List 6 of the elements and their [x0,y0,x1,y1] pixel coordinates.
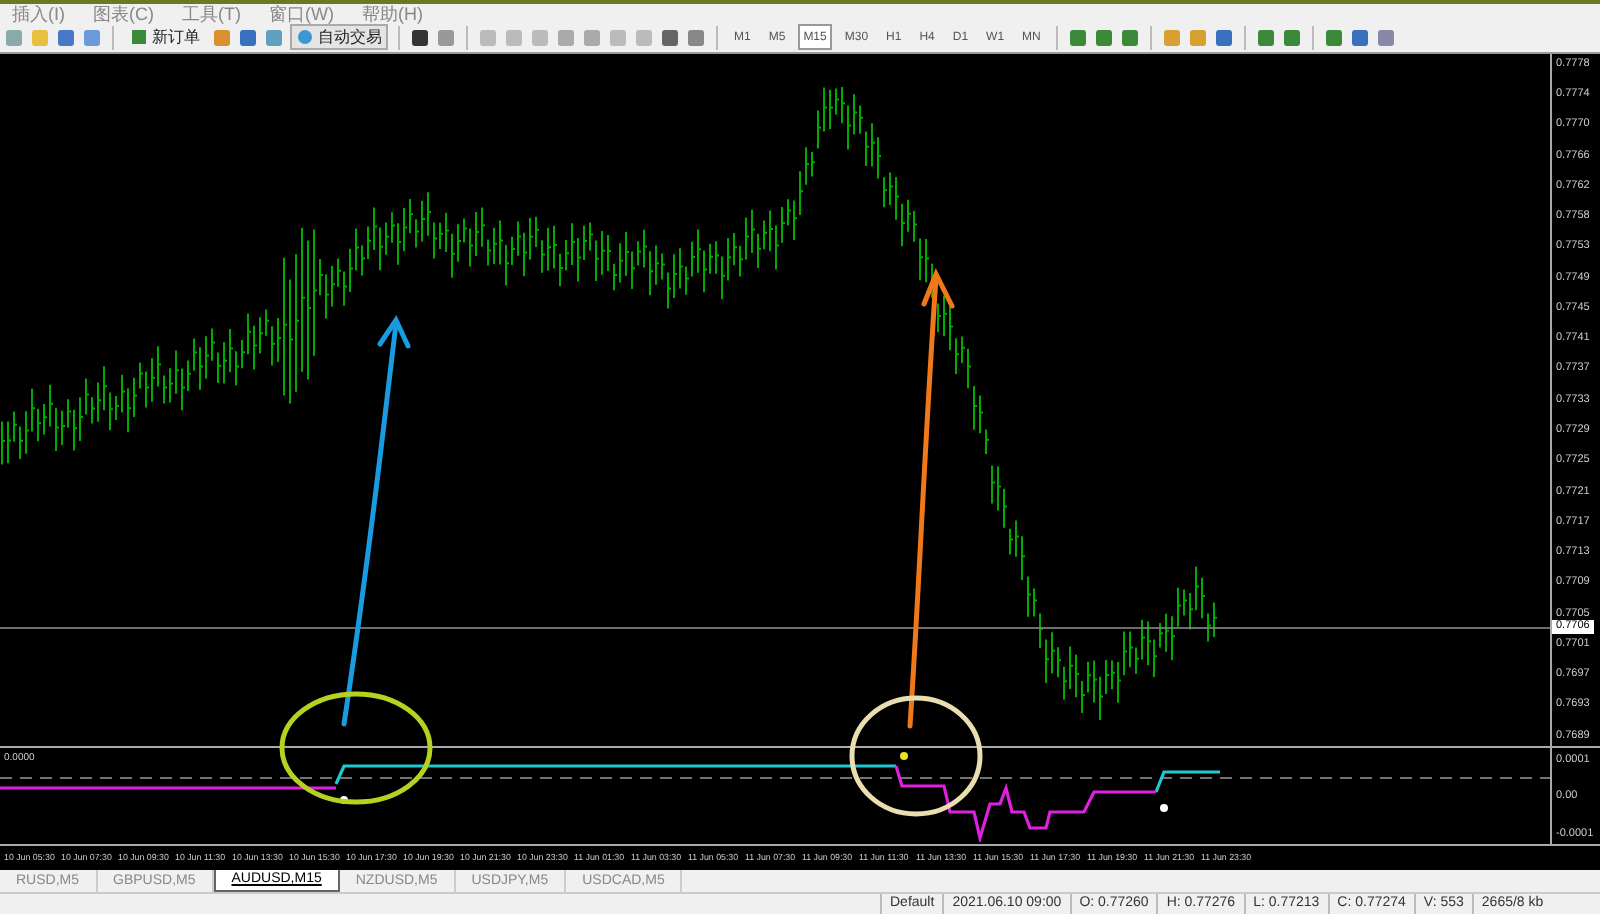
auto-trading-button[interactable]: 自动交易 [290,24,388,51]
signal-dot-icon [900,751,908,760]
signal-dot-icon [1160,803,1168,812]
new-order-button[interactable]: 新订单 [124,24,206,51]
signal-dot-icon [340,795,348,804]
hand-drawn-circle-drawing [849,695,983,817]
